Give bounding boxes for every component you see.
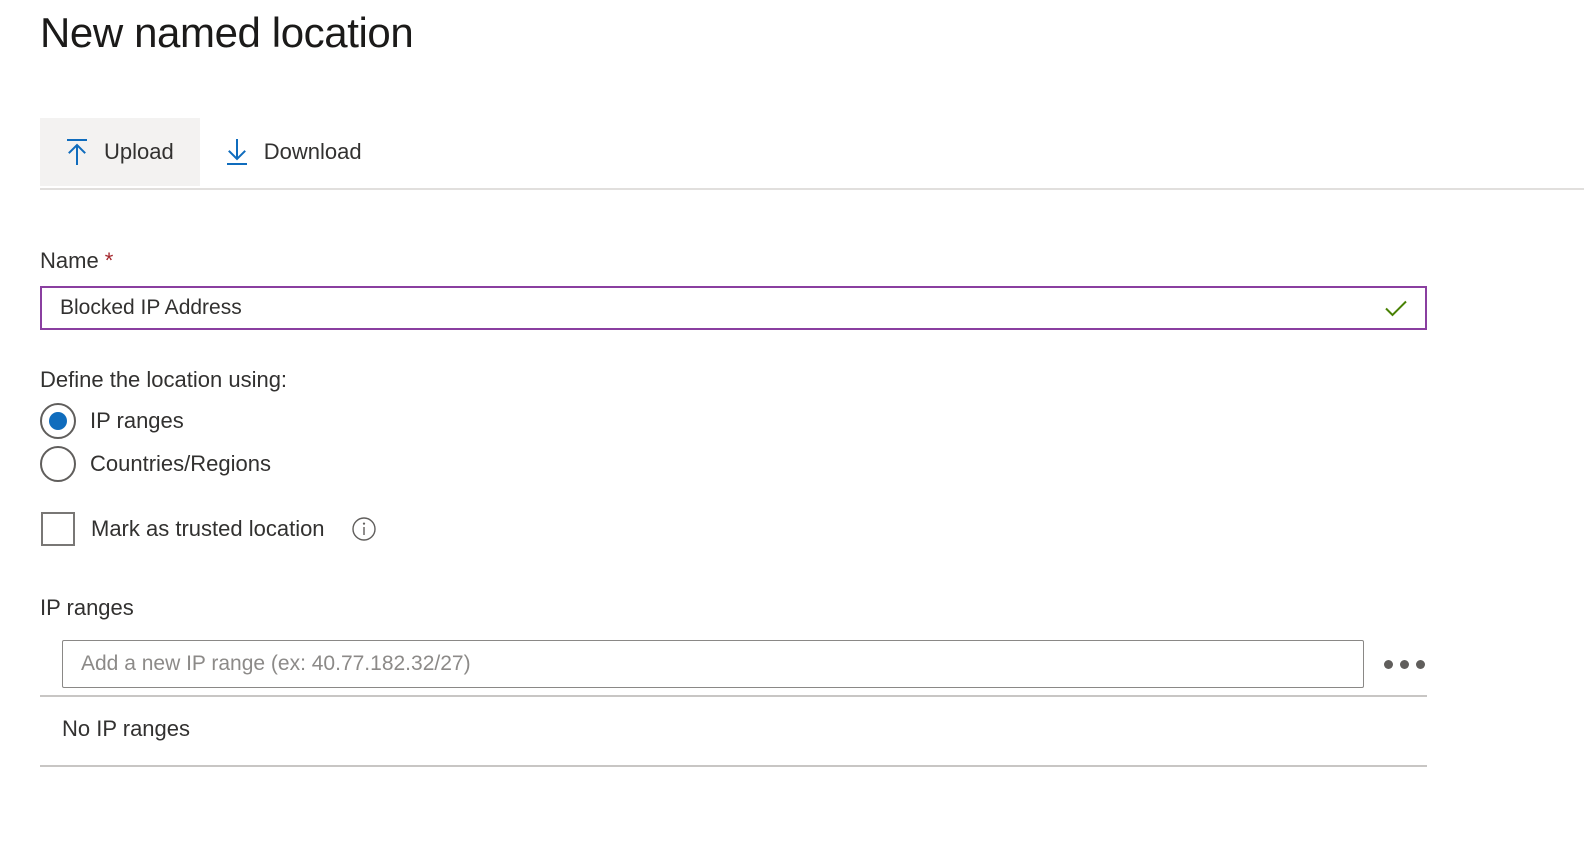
ip-ranges-list-divider-top — [40, 695, 1427, 697]
define-location-label: Define the location using: — [40, 367, 288, 392]
trusted-location-checkbox[interactable] — [41, 512, 75, 546]
name-input-container[interactable] — [40, 286, 1427, 330]
ellipsis-dot — [1399, 659, 1409, 669]
upload-icon — [64, 137, 90, 167]
radio-option-countries-regions[interactable]: Countries/Regions — [40, 446, 271, 482]
download-icon — [224, 137, 250, 167]
ip-range-input[interactable] — [62, 640, 1364, 688]
command-bar: Upload Download — [40, 118, 388, 186]
ellipsis-dot — [1383, 659, 1393, 669]
radio-label-ip-ranges: IP ranges — [90, 408, 184, 433]
ip-range-more-actions-button[interactable] — [1382, 644, 1426, 684]
info-icon[interactable] — [351, 516, 377, 542]
radio-button-countries-regions[interactable] — [40, 446, 76, 482]
ip-ranges-list-divider-bottom — [40, 765, 1427, 767]
trusted-location-row[interactable]: Mark as trusted location — [41, 512, 377, 546]
ip-ranges-section-label: IP ranges — [40, 595, 134, 620]
required-asterisk: * — [104, 248, 114, 273]
checkmark-icon — [1379, 291, 1413, 325]
upload-button-label: Upload — [104, 139, 174, 164]
toolbar-divider — [40, 188, 1584, 190]
ip-ranges-empty-message: No IP ranges — [62, 716, 191, 741]
upload-button[interactable]: Upload — [40, 118, 200, 186]
name-label-text: Name — [40, 248, 99, 273]
trusted-location-label: Mark as trusted location — [91, 516, 325, 541]
download-button-label: Download — [263, 139, 362, 164]
name-field-label: Name * — [40, 247, 113, 275]
radio-option-ip-ranges[interactable]: IP ranges — [40, 403, 184, 439]
name-input[interactable] — [42, 288, 1379, 328]
radio-label-countries-regions: Countries/Regions — [90, 451, 271, 476]
download-button[interactable]: Download — [200, 118, 388, 186]
radio-button-ip-ranges[interactable] — [40, 403, 76, 439]
ellipsis-dot — [1415, 659, 1425, 669]
page-title: New named location — [40, 9, 414, 56]
ip-range-add-row — [62, 640, 1427, 688]
